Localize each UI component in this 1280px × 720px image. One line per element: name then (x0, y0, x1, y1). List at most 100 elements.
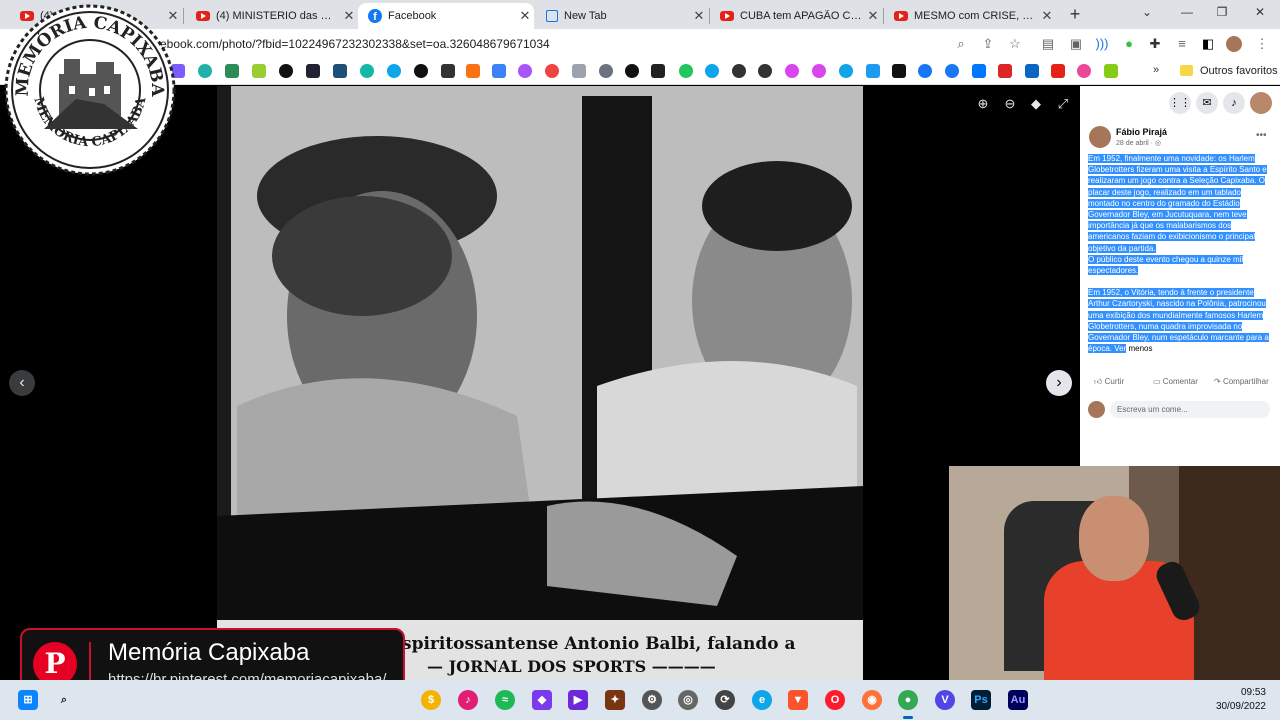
bookmark-folder-label[interactable]: Outros favoritos (1200, 65, 1278, 77)
bookmark-icon[interactable] (492, 64, 506, 78)
vk-icon[interactable] (972, 64, 986, 78)
close-icon[interactable]: ✕ (864, 8, 882, 24)
post-author[interactable]: Fábio Pirajá (1116, 127, 1167, 137)
maximize-icon[interactable]: ❐ (1207, 5, 1237, 19)
music-icon[interactable]: ♪ (458, 690, 478, 710)
app-icon[interactable]: ◆ (532, 690, 552, 710)
tab-new-tab[interactable]: New Tab ✕ (536, 3, 708, 29)
firefox-icon[interactable]: ◉ (862, 690, 882, 710)
linkedin-icon[interactable] (1025, 64, 1039, 78)
account-avatar[interactable] (1250, 92, 1272, 114)
bookmark-icon[interactable] (625, 64, 639, 78)
bookmark-icon[interactable] (599, 64, 613, 78)
instagram-icon[interactable] (812, 64, 826, 78)
fullscreen-icon[interactable]: ⤢ (1055, 96, 1071, 112)
tab-youtube-cuba[interactable]: CUBA tem APAGÃO COMP ✕ (710, 3, 882, 29)
audition-icon[interactable]: Au (1008, 690, 1028, 710)
windows-start-icon[interactable]: ⊞ (18, 690, 38, 710)
spotify-icon[interactable]: ≈ (495, 690, 515, 710)
vivaldi-icon[interactable]: V (935, 690, 955, 710)
instagram-icon[interactable] (785, 64, 799, 78)
comment-button[interactable]: ▭ Comentar (1153, 377, 1198, 386)
tag-icon[interactable]: ◆ (1028, 96, 1044, 112)
bookmark-icon[interactable] (758, 64, 772, 78)
bookmark-icon[interactable] (333, 64, 347, 78)
bookmark-icon[interactable] (441, 64, 455, 78)
video-app-icon[interactable]: ▶ (568, 690, 588, 710)
close-icon[interactable]: ✕ (516, 8, 534, 24)
settings-icon[interactable]: ⚙ (642, 690, 662, 710)
bookmark-icon[interactable] (572, 64, 586, 78)
share-button[interactable]: ↷ Compartilhar (1214, 377, 1269, 386)
brave-icon[interactable]: ▼ (788, 690, 808, 710)
bookmark-icon[interactable] (545, 64, 559, 78)
notifications-icon[interactable]: ♪ (1223, 92, 1245, 114)
zoom-in-icon[interactable]: ⊕ (975, 96, 991, 112)
bookmark-icon[interactable] (225, 64, 239, 78)
bookmark-icon[interactable] (705, 64, 719, 78)
edge-icon[interactable]: e (752, 690, 772, 710)
bookmark-icon[interactable] (518, 64, 532, 78)
next-photo-button[interactable]: › (1046, 370, 1072, 396)
share-icon[interactable]: ⇪ (980, 36, 996, 52)
close-icon[interactable]: ✕ (1038, 8, 1056, 24)
app-icon[interactable]: ⟳ (715, 690, 735, 710)
media-icon[interactable]: ≡ (1174, 36, 1190, 52)
sidepanel-icon[interactable]: ◧ (1200, 36, 1216, 52)
twitter-icon[interactable] (866, 64, 880, 78)
system-clock[interactable]: 09:53 30/09/2022 (1206, 686, 1266, 714)
app-icon[interactable]: $ (421, 690, 441, 710)
bookmark-icon[interactable] (679, 64, 693, 78)
profile-avatar[interactable] (1226, 36, 1242, 52)
messenger-icon[interactable]: ✉ (1196, 92, 1218, 114)
zoom-out-icon[interactable]: ⊖ (1002, 96, 1018, 112)
youtube-icon[interactable] (1051, 64, 1065, 78)
zoom-icon[interactable]: ⌕ (953, 36, 969, 52)
chevron-right-icon[interactable]: » (1153, 64, 1167, 78)
telegram-icon[interactable] (839, 64, 853, 78)
chrome-icon[interactable]: ● (898, 690, 918, 710)
bookmark-icon[interactable] (198, 64, 212, 78)
close-icon[interactable]: ✕ (340, 8, 358, 24)
extension-icon[interactable]: ▣ (1068, 36, 1084, 52)
comment-input[interactable]: Escreva um come... (1110, 401, 1270, 418)
bookmark-icon[interactable] (998, 64, 1012, 78)
bookmark-icon[interactable] (1077, 64, 1091, 78)
close-icon[interactable]: ✕ (690, 8, 708, 24)
photoshop-icon[interactable]: Ps (971, 690, 991, 710)
search-icon[interactable]: ⌕ (54, 690, 74, 710)
new-tab-button[interactable]: + (1064, 4, 1086, 26)
bookmark-icon[interactable] (387, 64, 401, 78)
facebook-icon[interactable] (945, 64, 959, 78)
more-options-icon[interactable]: ••• (1256, 130, 1267, 141)
minimize-icon[interactable]: — (1172, 5, 1202, 19)
facebook-icon[interactable] (918, 64, 932, 78)
previous-photo-button[interactable]: ‹ (9, 370, 35, 396)
bookmark-icon[interactable] (252, 64, 266, 78)
bookmark-icon[interactable] (732, 64, 746, 78)
extension-icon[interactable]: ▤ (1040, 36, 1056, 52)
bookmark-icon[interactable] (651, 64, 665, 78)
bookmark-icon[interactable] (279, 64, 293, 78)
bookmark-icon[interactable] (1104, 64, 1118, 78)
app-icon[interactable]: ◎ (678, 690, 698, 710)
puzzle-icon[interactable]: ✚ (1147, 36, 1163, 52)
menu-grid-icon[interactable]: ⋮⋮ (1169, 92, 1191, 114)
like-button[interactable]: 👍︎ Curtir (1094, 377, 1124, 387)
extension-icon[interactable]: ))) (1094, 36, 1110, 52)
tab-facebook[interactable]: f Facebook ✕ (358, 3, 534, 29)
menu-icon[interactable]: ⋮ (1254, 36, 1270, 52)
tab-youtube-ministerio[interactable]: (4) MINISTERIO das MINAS ✕ (186, 3, 358, 29)
tab-youtube-crise[interactable]: MESMO com CRISE, DÓLAR ✕ (884, 3, 1056, 29)
bookmark-icon[interactable] (414, 64, 428, 78)
app-icon[interactable]: ✦ (605, 690, 625, 710)
opera-icon[interactable]: O (825, 690, 845, 710)
bookmark-icon[interactable] (466, 64, 480, 78)
bookmark-icon[interactable] (306, 64, 320, 78)
see-less-link[interactable]: menos (1128, 344, 1153, 354)
post-date[interactable]: 28 de abril · ◎ (1116, 139, 1161, 147)
tiktok-icon[interactable] (892, 64, 906, 78)
address-bar[interactable]: ebook.com/photo/?fbid=10224967232302338&… (160, 37, 550, 51)
window-close-icon[interactable]: ✕ (1245, 5, 1275, 19)
author-avatar[interactable] (1089, 126, 1111, 148)
